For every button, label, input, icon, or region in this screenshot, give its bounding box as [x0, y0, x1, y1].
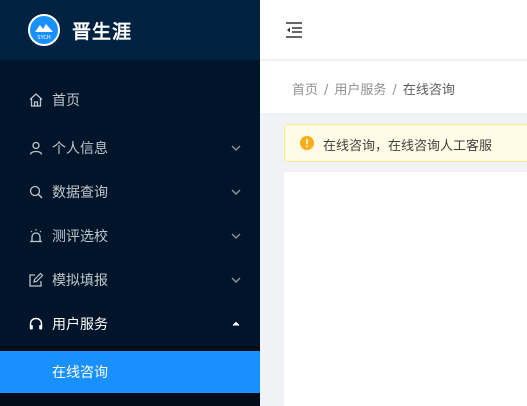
sidebar-subitem-online-consult[interactable]: 在线咨询 [0, 351, 260, 393]
sidebar-item-simulate-fill[interactable]: 模拟填报 [0, 258, 260, 302]
sidebar: SYCH 晋生涯 首页 个人信息 数据查询 测评选校 模拟填报 用户服务 在线咨… [0, 0, 260, 406]
sidebar-item-label: 测评选校 [52, 229, 108, 245]
breadcrumb-current: 在线咨询 [402, 83, 455, 98]
sidebar-item-label: 数据查询 [52, 185, 108, 201]
logo: SYCH [28, 14, 60, 46]
breadcrumb: 首页 / 用户服务 / 在线咨询 [292, 79, 455, 98]
content-panel [284, 172, 527, 406]
headset-icon [29, 317, 43, 330]
sidebar-item-label: 首页 [52, 93, 80, 109]
warning-alert: 在线咨询，在线咨询人工客服 [284, 124, 527, 162]
alert-text: 在线咨询，在线咨询人工客服 [323, 139, 493, 154]
sidebar-item-label: 个人信息 [52, 141, 108, 157]
breadcrumb-separator: / [392, 83, 397, 98]
chevron-down-icon [231, 233, 241, 239]
logo-text: SYCH [37, 35, 50, 41]
sidebar-item-user-service[interactable]: 用户服务 [0, 302, 260, 346]
breadcrumb-separator: / [324, 83, 329, 98]
edit-icon [29, 272, 44, 287]
sidebar-subitem-label: 在线咨询 [52, 365, 108, 381]
home-icon [29, 93, 43, 107]
alarm-icon [30, 229, 42, 243]
chevron-up-icon [232, 321, 240, 326]
sidebar-item-label: 模拟填报 [52, 273, 108, 289]
exclamation-circle-icon [300, 136, 314, 150]
brand-header: SYCH 晋生涯 [0, 0, 260, 60]
breadcrumb-bar: 首页 / 用户服务 / 在线咨询 [260, 61, 527, 113]
breadcrumb-parent[interactable]: 用户服务 [334, 83, 386, 98]
sidebar-item-personal-info[interactable]: 个人信息 [0, 126, 260, 170]
sidebar-item-label: 用户服务 [52, 317, 108, 333]
top-header [260, 0, 527, 60]
chevron-down-icon [231, 277, 241, 283]
brand-title: 晋生涯 [72, 21, 133, 43]
breadcrumb-home[interactable]: 首页 [292, 83, 318, 98]
menu-fold-icon[interactable] [284, 20, 304, 40]
user-icon [29, 141, 43, 155]
sidebar-item-data-query[interactable]: 数据查询 [0, 170, 260, 214]
sidebar-item-assessment[interactable]: 测评选校 [0, 214, 260, 258]
search-icon [29, 185, 43, 199]
chevron-down-icon [231, 145, 241, 151]
sidebar-item-home[interactable]: 首页 [0, 78, 260, 122]
chevron-down-icon [231, 189, 241, 195]
